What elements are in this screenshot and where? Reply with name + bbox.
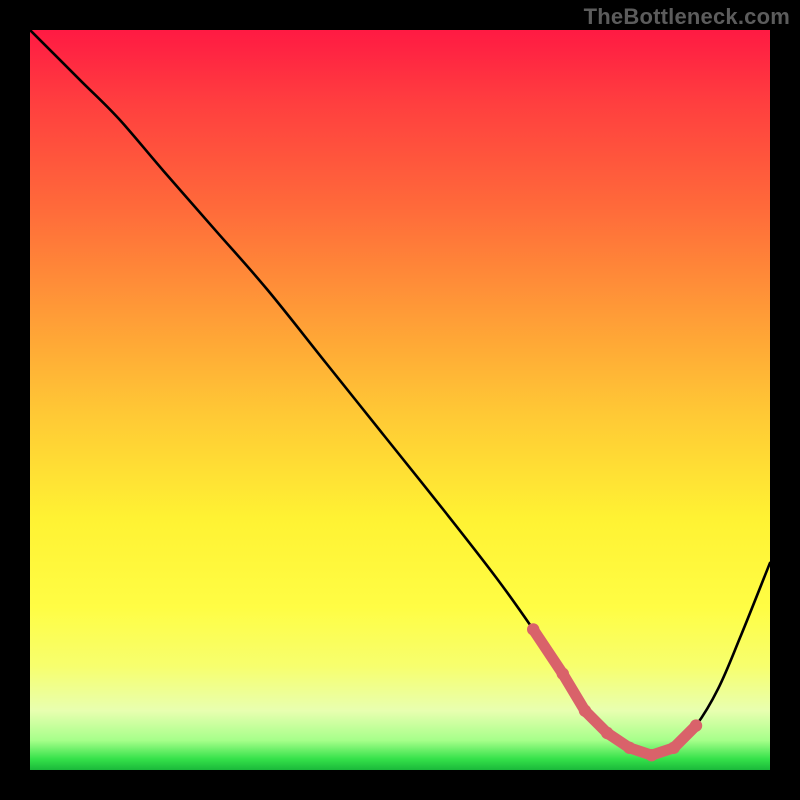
optimal-range-marker	[527, 623, 702, 761]
chart-overlay	[30, 30, 770, 770]
optimal-range-dot	[623, 742, 635, 754]
optimal-range-dot	[690, 719, 702, 731]
optimal-range-dot	[527, 623, 539, 635]
watermark-text: TheBottleneck.com	[584, 4, 790, 30]
chart-stage: TheBottleneck.com	[0, 0, 800, 800]
optimal-range-dot	[601, 727, 613, 739]
optimal-range-dot	[668, 742, 680, 754]
plot-area	[30, 30, 770, 770]
optimal-range-dot	[645, 749, 657, 761]
optimal-range-dot	[579, 705, 591, 717]
optimal-range-dot	[557, 668, 569, 680]
bottleneck-curve	[30, 30, 770, 755]
optimal-range-line	[533, 629, 696, 755]
